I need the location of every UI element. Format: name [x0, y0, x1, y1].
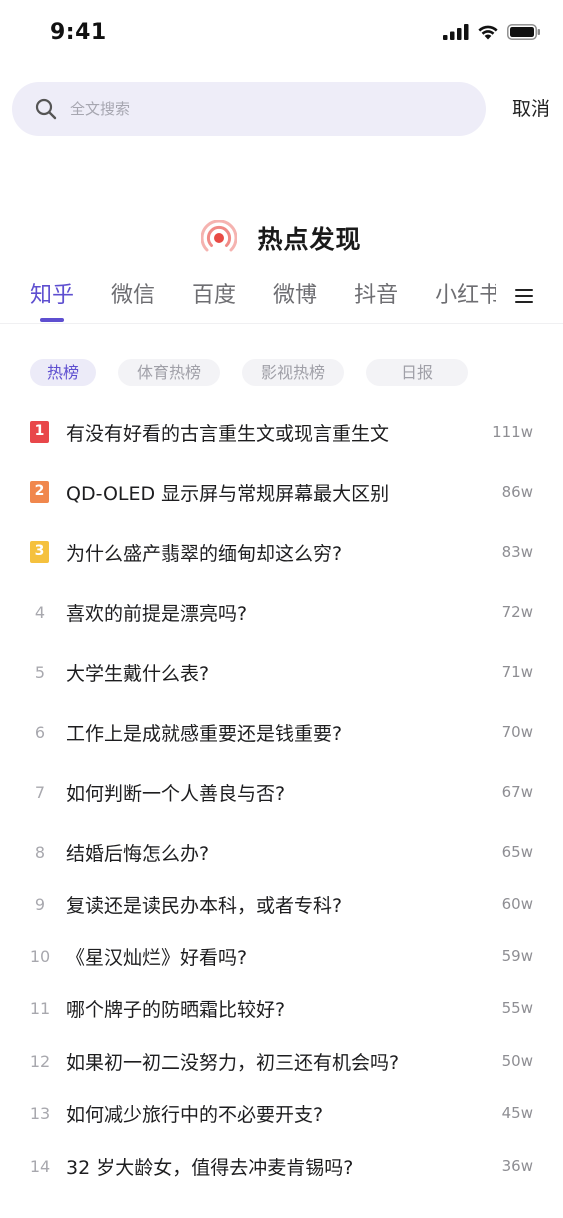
cellular-signal-icon	[443, 24, 469, 40]
search-input[interactable]	[70, 82, 470, 136]
rank-number: 10	[29, 946, 51, 966]
list-item-title: 工作上是成就感重要还是钱重要?	[66, 722, 343, 745]
list-item[interactable]: 14 32 岁大龄女，值得去冲麦肯锡吗? 36w	[0, 1151, 563, 1181]
list-item-heat: 50w	[501, 1052, 533, 1070]
search-icon	[35, 98, 57, 120]
rank-number: 14	[29, 1156, 51, 1176]
list-item-title: 复读还是读民办本科，或者专科?	[66, 894, 343, 917]
rank-badge: 3	[30, 541, 49, 563]
list-item-heat: 70w	[501, 723, 533, 741]
wifi-icon	[478, 25, 498, 40]
rank-badge: 2	[30, 481, 49, 503]
list-item[interactable]: 4 喜欢的前提是漂亮吗? 72w	[0, 597, 563, 627]
list-item-heat: 65w	[501, 843, 533, 861]
status-bar: 9:41	[0, 0, 563, 70]
status-icons	[443, 24, 541, 40]
list-item-title: 《星汉灿烂》好看吗?	[66, 946, 248, 969]
search-row: 取消	[12, 82, 552, 136]
list-item-heat: 59w	[501, 947, 533, 965]
list-item-title: 大学生戴什么表?	[66, 662, 210, 685]
list-item-heat: 67w	[501, 783, 533, 801]
list-item-title: 结婚后悔怎么办?	[66, 842, 210, 865]
list-item[interactable]: 10 《星汉灿烂》好看吗? 59w	[0, 941, 563, 971]
category-chips: 热榜 体育热榜 影视热榜 日报	[30, 359, 468, 387]
chip-sports-hot[interactable]: 体育热榜	[118, 359, 220, 386]
list-item-title: 有没有好看的古言重生文或现言重生文	[66, 422, 390, 445]
list-item[interactable]: 13 如何减少旅行中的不必要开支? 45w	[0, 1098, 563, 1128]
list-item[interactable]: 9 复读还是读民办本科，或者专科? 60w	[0, 889, 563, 919]
list-item[interactable]: 3 为什么盛产翡翠的缅甸却这么穷? 83w	[0, 537, 563, 567]
status-time: 9:41	[50, 20, 107, 45]
tab-xiaohongshu[interactable]: 小红书	[435, 276, 496, 316]
list-item-heat: 86w	[501, 483, 533, 501]
list-item-title: 如果初一初二没努力，初三还有机会吗?	[66, 1051, 400, 1074]
chip-hot-list[interactable]: 热榜	[30, 359, 96, 386]
rank-number: 7	[34, 782, 46, 802]
list-item-title: 如何判断一个人善良与否?	[66, 782, 286, 805]
tab-weibo[interactable]: 微博	[273, 276, 317, 316]
list-item-heat: 71w	[501, 663, 533, 681]
list-item-title: 32 岁大龄女，值得去冲麦肯锡吗?	[66, 1156, 354, 1179]
list-item[interactable]: 7 如何判断一个人善良与否? 67w	[0, 777, 563, 807]
rank-number: 5	[34, 662, 46, 682]
section-title: 热点发现	[257, 225, 362, 254]
list-item-title: 如何减少旅行中的不必要开支?	[66, 1103, 324, 1126]
rank-number: 12	[29, 1051, 51, 1071]
list-item-heat: 83w	[501, 543, 533, 561]
rank-number: 9	[34, 894, 46, 914]
tab-weixin[interactable]: 微信	[111, 276, 155, 316]
list-item-heat: 45w	[501, 1104, 533, 1122]
list-item[interactable]: 6 工作上是成就感重要还是钱重要? 70w	[0, 717, 563, 747]
list-item-heat: 36w	[501, 1157, 533, 1175]
search-box[interactable]	[12, 82, 486, 136]
list-item[interactable]: 11 哪个牌子的防晒霜比较好? 55w	[0, 993, 563, 1023]
rank-number: 4	[34, 602, 46, 622]
list-item-heat: 111w	[492, 423, 533, 441]
rank-number: 11	[29, 998, 51, 1018]
chip-film-hot[interactable]: 影视热榜	[242, 359, 344, 386]
cancel-button[interactable]: 取消	[512, 82, 550, 136]
list-item[interactable]: 5 大学生戴什么表? 71w	[0, 657, 563, 687]
menu-icon[interactable]	[514, 286, 534, 306]
list-item-heat: 60w	[501, 895, 533, 913]
tabs-scroll[interactable]: 知乎 微信 百度 微博 抖音 小红书	[30, 276, 496, 324]
list-item-heat: 55w	[501, 999, 533, 1017]
chip-daily[interactable]: 日报	[366, 359, 468, 386]
list-item[interactable]: 2 QD-OLED 显示屏与常规屏幕最大区别 86w	[0, 477, 563, 507]
list-item[interactable]: 1 有没有好看的古言重生文或现言重生文 111w	[0, 417, 563, 447]
battery-icon	[507, 24, 540, 40]
list-item-title: 喜欢的前提是漂亮吗?	[66, 602, 248, 625]
list-item-title: 为什么盛产翡翠的缅甸却这么穷?	[66, 542, 343, 565]
tab-douyin[interactable]: 抖音	[354, 276, 398, 316]
list-item-title: QD-OLED 显示屏与常规屏幕最大区别	[66, 482, 390, 505]
tab-baidu[interactable]: 百度	[192, 276, 236, 316]
rank-number: 6	[34, 722, 46, 742]
rank-number: 8	[34, 842, 46, 862]
hot-discovery-header: 热点发现	[0, 216, 563, 260]
list-item[interactable]: 8 结婚后悔怎么办? 65w	[0, 837, 563, 867]
broadcast-icon	[201, 220, 238, 252]
tab-zhihu[interactable]: 知乎	[30, 276, 74, 322]
rank-badge: 1	[30, 421, 49, 443]
rank-number: 13	[29, 1103, 51, 1123]
list-item[interactable]: 12 如果初一初二没努力，初三还有机会吗? 50w	[0, 1046, 563, 1076]
list-item-title: 哪个牌子的防晒霜比较好?	[66, 998, 286, 1021]
platform-tabs: 知乎 微信 百度 微博 抖音 小红书	[0, 276, 563, 324]
list-item-heat: 72w	[501, 603, 533, 621]
